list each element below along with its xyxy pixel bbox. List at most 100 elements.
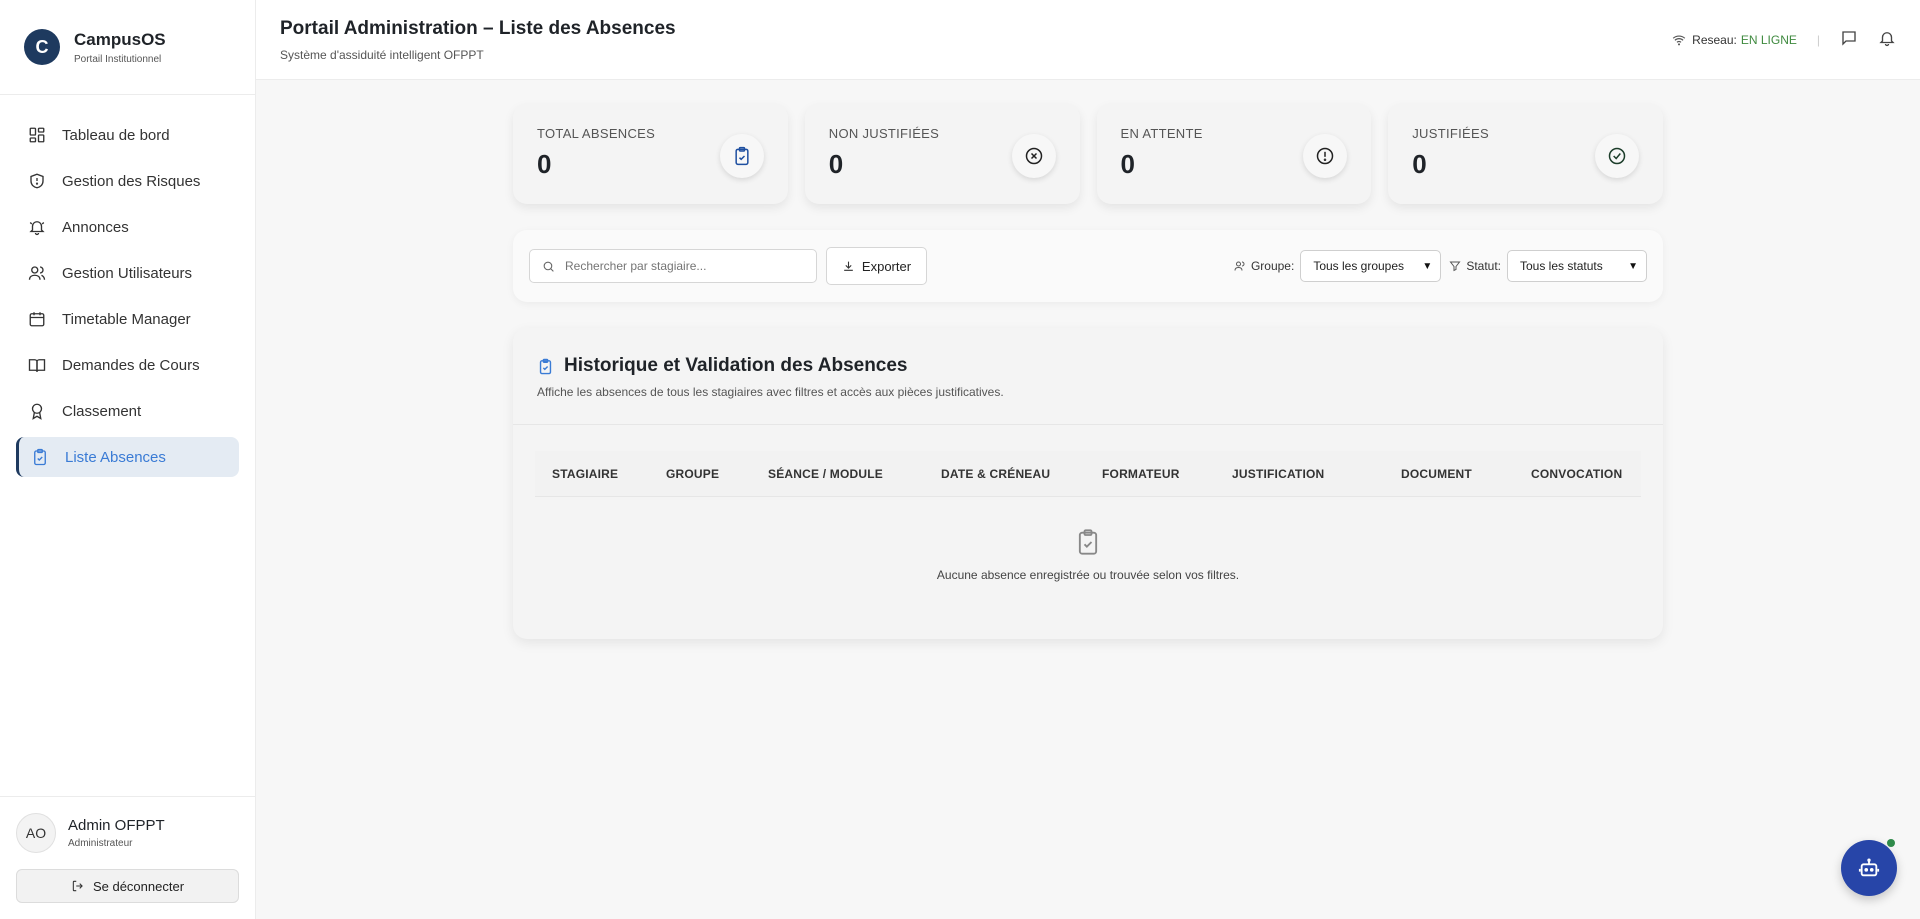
- export-label: Exporter: [861, 258, 912, 274]
- users-icon: [1234, 261, 1245, 271]
- group-select[interactable]: Tous les groupes ▼: [1300, 250, 1442, 282]
- sidebar-item-label: Liste Absences: [65, 448, 166, 466]
- bell-icon: [1879, 32, 1895, 47]
- status-select[interactable]: Tous les statuts ▼: [1507, 250, 1647, 282]
- notifications-button[interactable]: [1878, 29, 1896, 50]
- history-title: Historique et Validation des Absences: [564, 355, 908, 376]
- book-icon: [28, 356, 46, 374]
- absence-history-card: Historique et Validation des Absences Af…: [513, 328, 1663, 639]
- avatar: AO: [16, 813, 56, 853]
- dashboard-icon: [28, 126, 46, 144]
- shield-icon: [28, 172, 46, 190]
- header-divider: |: [1816, 32, 1820, 47]
- search-icon: [543, 261, 554, 272]
- sidebar-item-label: Classement: [62, 402, 142, 420]
- network-label: Reseau:: [1692, 32, 1737, 47]
- sidebar-item-label: Timetable Manager: [62, 310, 191, 328]
- sidebar-item-classement[interactable]: Classement: [16, 391, 239, 431]
- messages-button[interactable]: [1840, 29, 1858, 50]
- filters: Groupe: Tous les groupes ▼ Statut: Tous …: [1234, 250, 1647, 282]
- logout-icon: [72, 880, 83, 892]
- sidebar-footer: AO Admin OFPPT Administrateur Se déconne…: [0, 796, 255, 919]
- group-label: Groupe:: [1250, 259, 1295, 273]
- status-select-value: Tous les statuts: [1520, 259, 1603, 273]
- sidebar-item-liste-absences[interactable]: Liste Absences: [16, 437, 239, 477]
- user-role: Administrateur: [68, 838, 133, 849]
- bot-icon: [1858, 858, 1880, 877]
- sidebar-item-label: Demandes de Cours: [62, 356, 200, 374]
- users-icon: [28, 264, 46, 282]
- sidebar-item-annonces[interactable]: Annonces: [16, 207, 239, 247]
- filter-icon: [1449, 261, 1461, 272]
- export-button[interactable]: Exporter: [826, 247, 927, 285]
- table-header: STAGIAIRE GROUPE SÉANCE / MODULE DATE & …: [535, 451, 1641, 497]
- brand-logo: C: [24, 29, 60, 65]
- stat-card-total-absences: TOTAL ABSENCES 0: [513, 104, 788, 204]
- column-header-groupe: GROUPE: [666, 466, 720, 481]
- sidebar-item-gestion-utilisateurs[interactable]: Gestion Utilisateurs: [16, 253, 239, 293]
- bell-icon: [28, 218, 46, 236]
- wifi-icon: [1672, 34, 1686, 45]
- message-icon: [1842, 31, 1856, 46]
- online-indicator: [1887, 839, 1895, 847]
- status-filter-label: Statut:: [1449, 259, 1501, 273]
- check-circle-icon: [1595, 134, 1639, 178]
- sidebar-item-timetable-manager[interactable]: Timetable Manager: [16, 299, 239, 339]
- chevron-down-icon: ▼: [1422, 260, 1433, 272]
- download-icon: [844, 261, 853, 271]
- assistant-bot-button[interactable]: [1841, 840, 1897, 896]
- empty-state-text: Aucune absence enregistrée ou trouvée se…: [936, 568, 1240, 582]
- network-status: Reseau: EN LIGNE: [1672, 33, 1797, 47]
- brand-subtitle: Portail Institutionnel: [74, 53, 162, 65]
- brand-name: CampusOS: [74, 29, 166, 49]
- sidebar-item-label: Gestion des Risques: [62, 172, 201, 190]
- column-header-stagiaire: STAGIAIRE: [552, 466, 619, 481]
- column-header-date-creneau: DATE & CRÉNEAU: [941, 466, 1051, 481]
- award-icon: [28, 402, 46, 420]
- group-filter-label: Groupe:: [1234, 259, 1294, 273]
- history-subtitle: Affiche les absences de tous les stagiai…: [537, 385, 1004, 399]
- x-circle-icon: [1011, 134, 1056, 178]
- status-label: Statut:: [1466, 259, 1501, 273]
- column-header-document: DOCUMENT: [1401, 466, 1472, 481]
- brand: C CampusOS Portail Institutionnel: [0, 0, 255, 95]
- main-content: TOTAL ABSENCES 0 NON JUSTIFIÉES 0 EN ATT…: [513, 104, 1663, 639]
- sidebar-item-label: Gestion Utilisateurs: [62, 264, 193, 282]
- history-header: Historique et Validation des Absences Af…: [513, 328, 1663, 425]
- user-name: Admin OFPPT: [68, 817, 165, 834]
- search-input[interactable]: [565, 259, 804, 273]
- network-status-value: EN LIGNE: [1740, 32, 1797, 47]
- column-header-seance-module: SÉANCE / MODULE: [768, 466, 884, 481]
- logout-label: Se déconnecter: [92, 878, 185, 894]
- clipboard-check-icon: [31, 448, 49, 466]
- sidebar-nav: Tableau de bord Gestion des Risques Anno…: [0, 95, 255, 796]
- stat-card-non-justifiees: NON JUSTIFIÉES 0: [804, 104, 1080, 204]
- sidebar-item-demandes-de-cours[interactable]: Demandes de Cours: [16, 345, 239, 385]
- user-profile: AO Admin OFPPT Administrateur: [16, 813, 239, 853]
- clipboard-check-icon: [539, 358, 552, 374]
- sidebar-item-gestion-des-risques[interactable]: Gestion des Risques: [16, 161, 239, 201]
- sidebar: C CampusOS Portail Institutionnel Tablea…: [0, 0, 256, 919]
- clipboard-check-icon: [1078, 529, 1098, 555]
- calendar-icon: [28, 310, 46, 328]
- sidebar-item-label: Tableau de bord: [62, 126, 170, 144]
- empty-state: Aucune absence enregistrée ou trouvée se…: [513, 527, 1663, 582]
- column-header-convocation: CONVOCATION: [1531, 466, 1623, 481]
- filter-toolbar: Exporter Groupe: Tous les groupes ▼ Stat…: [513, 230, 1663, 302]
- clipboard-check-icon: [719, 134, 764, 178]
- sidebar-item-label: Annonces: [62, 218, 129, 236]
- sidebar-item-tableau-de-bord[interactable]: Tableau de bord: [16, 115, 239, 155]
- column-header-formateur: FORMATEUR: [1102, 466, 1180, 481]
- search-box: [529, 249, 817, 283]
- page-title: Portail Administration – Liste des Absen…: [280, 17, 676, 39]
- logout-button[interactable]: Se déconnecter: [16, 869, 239, 903]
- stat-card-en-attente: EN ATTENTE 0: [1096, 104, 1372, 204]
- alert-circle-icon: [1303, 134, 1348, 178]
- stat-card-justifiees: JUSTIFIÉES 0: [1388, 104, 1663, 204]
- group-select-value: Tous les groupes: [1313, 259, 1405, 273]
- top-header: Portail Administration – Liste des Absen…: [256, 0, 1920, 80]
- chevron-down-icon: ▼: [1628, 260, 1638, 272]
- page-subtitle: Système d'assiduité intelligent OFPPT: [280, 47, 484, 62]
- column-header-justification: JUSTIFICATION: [1232, 466, 1325, 481]
- stats-row: TOTAL ABSENCES 0 NON JUSTIFIÉES 0 EN ATT…: [513, 104, 1663, 204]
